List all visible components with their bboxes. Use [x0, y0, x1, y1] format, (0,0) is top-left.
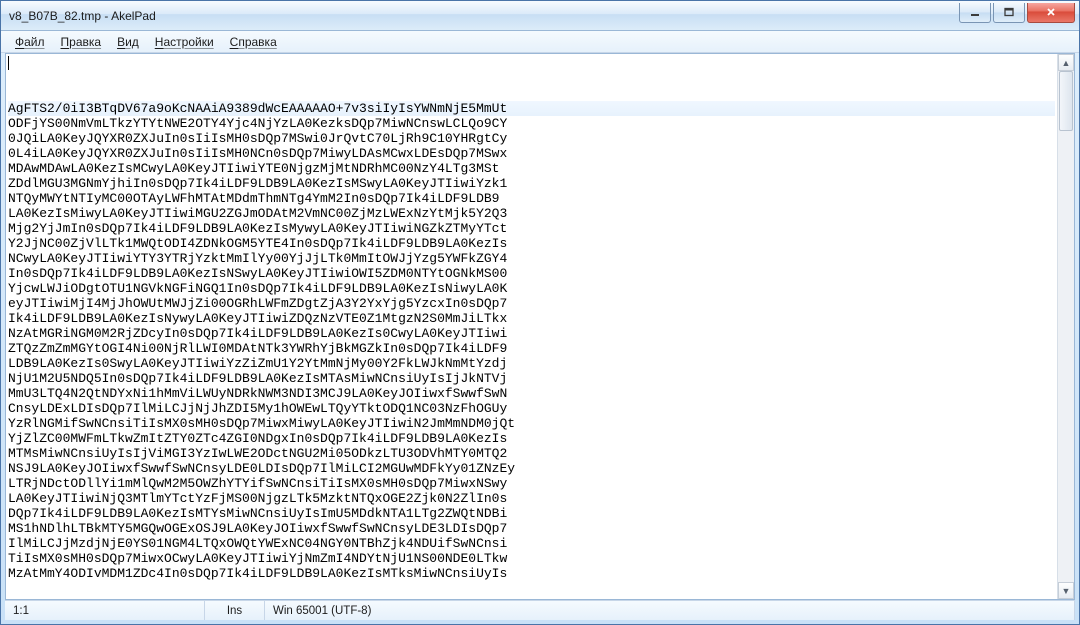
editor-line[interactable]: AgFTS2/0iI3BTqDV67a9oKcNAAiA9389dWcEAAAA…: [8, 101, 1055, 116]
menu-view[interactable]: Вид: [109, 33, 147, 51]
minimize-icon: [969, 7, 981, 17]
editor-line[interactable]: 0JQiLA0KeyJQYXR0ZXJuIn0sIiIsMH0sDQp7MSwi…: [8, 131, 1055, 146]
editor-line[interactable]: NzAtMGRiNGM0M2RjZDcyIn0sDQp7Ik4iLDF9LDB9…: [8, 326, 1055, 341]
editor-line[interactable]: MmU3LTQ4N2QtNDYxNi1hMmViLWUyNDRkNWM3NDI3…: [8, 386, 1055, 401]
editor-line[interactable]: eyJTIiwiMjI4MjJhOWUtMWJjZi00OGRhLWFmZDgt…: [8, 296, 1055, 311]
editor-line[interactable]: LA0KeyJTIiwiNjQ3MTlmYTctYzFjMS00NjgzLTk5…: [8, 491, 1055, 506]
menu-settings[interactable]: Настройки: [147, 33, 222, 51]
scroll-up-button[interactable]: ▲: [1058, 54, 1074, 71]
editor-line[interactable]: NTQyMWYtNTIyMC00OTAyLWFhMTAtMDdmThmNTg4Y…: [8, 191, 1055, 206]
titlebar[interactable]: v8_B07B_82.tmp - AkelPad: [1, 1, 1079, 31]
editor-line[interactable]: DQp7Ik4iLDF9LDB9LA0KezIsMTYsMiwNCnsiUyIs…: [8, 506, 1055, 521]
menu-help[interactable]: Справка: [222, 33, 285, 51]
text-editor[interactable]: AgFTS2/0iI3BTqDV67a9oKcNAAiA9389dWcEAAAA…: [6, 54, 1057, 599]
editor-line[interactable]: Mjg2YjJmIn0sDQp7Ik4iLDF9LDB9LA0KezIsMywy…: [8, 221, 1055, 236]
menubar: Файл Правка Вид Настройки Справка: [1, 31, 1079, 53]
editor-line[interactable]: ODFjYS00NmVmLTkzYTYtNWE2OTY4Yjc4NjYzLA0K…: [8, 116, 1055, 131]
editor-line[interactable]: In0sDQp7Ik4iLDF9LDB9LA0KezIsNSwyLA0KeyJT…: [8, 266, 1055, 281]
chevron-down-icon: ▼: [1062, 586, 1071, 596]
editor-line[interactable]: ZDdlMGU3MGNmYjhiIn0sDQp7Ik4iLDF9LDB9LA0K…: [8, 176, 1055, 191]
editor-line[interactable]: Y2JjNC00ZjVlLTk1MWQtODI4ZDNkOGM5YTE4In0s…: [8, 236, 1055, 251]
editor-line[interactable]: MTMsMiwNCnsiUyIsIjViMGI3YzIwLWE2ODctNGU2…: [8, 446, 1055, 461]
editor-line[interactable]: TiIsMX0sMH0sDQp7MiwxOCwyLA0KeyJTIiwiYjNm…: [8, 551, 1055, 566]
editor-line[interactable]: Ik4iLDF9LDB9LA0KezIsNywyLA0KeyJTIiwiZDQz…: [8, 311, 1055, 326]
editor-line[interactable]: MDAwMDAwLA0KezIsMCwyLA0KeyJTIiwiYTE0Njgz…: [8, 161, 1055, 176]
editor-line[interactable]: MS1hNDlhLTBkMTY5MGQwOGExOSJ9LA0KeyJOIiwx…: [8, 521, 1055, 536]
vertical-scrollbar[interactable]: ▲ ▼: [1057, 54, 1074, 599]
editor-line[interactable]: CnsyLDExLDIsDQp7IlMiLCJjNjJhZDI5My1hOWEw…: [8, 401, 1055, 416]
editor-line[interactable]: NCwyLA0KeyJTIiwiYTY3YTRjYzktMmIlYy00YjJj…: [8, 251, 1055, 266]
menu-file[interactable]: Файл: [7, 33, 53, 51]
client-area: AgFTS2/0iI3BTqDV67a9oKcNAAiA9389dWcEAAAA…: [5, 53, 1075, 600]
maximize-button[interactable]: [993, 3, 1025, 23]
editor-line[interactable]: YjZlZC00MWFmLTkwZmItZTY0ZTc4ZGI0NDgxIn0s…: [8, 431, 1055, 446]
editor-line[interactable]: NSJ9LA0KeyJOIiwxfSwwfSwNCnsyLDE0LDIsDQp7…: [8, 461, 1055, 476]
editor-line[interactable]: LTRjNDctODllYi1mMlQwM2M5OWZhYTYifSwNCnsi…: [8, 476, 1055, 491]
scroll-track[interactable]: [1058, 71, 1074, 582]
close-button[interactable]: [1027, 3, 1075, 23]
editor-line[interactable]: YjcwLWJiODgtOTU1NGVkNGFiNGQ1In0sDQp7Ik4i…: [8, 281, 1055, 296]
app-window: v8_B07B_82.tmp - AkelPad Файл Правка Вид…: [0, 0, 1080, 625]
editor-line[interactable]: LDB9LA0KezIs0SwyLA0KeyJTIiwiYzZiZmU1Y2Yt…: [8, 356, 1055, 371]
editor-line[interactable]: YzRlNGMifSwNCnsiTiIsMX0sMH0sDQp7MiwxMiwy…: [8, 416, 1055, 431]
editor-line[interactable]: NjU1M2U5NDQ5In0sDQp7Ik4iLDF9LDB9LA0KezIs…: [8, 371, 1055, 386]
window-controls: [959, 3, 1075, 23]
menu-edit[interactable]: Правка: [53, 33, 110, 51]
window-title: v8_B07B_82.tmp - AkelPad: [9, 9, 156, 23]
minimize-button[interactable]: [959, 3, 991, 23]
statusbar: 1:1 Ins Win 65001 (UTF-8): [5, 600, 1075, 620]
maximize-icon: [1003, 7, 1015, 17]
editor-line[interactable]: MzAtMmY4ODIvMDM1ZDc4In0sDQp7Ik4iLDF9LDB9…: [8, 566, 1055, 581]
scroll-thumb[interactable]: [1059, 71, 1073, 131]
status-insert-mode[interactable]: Ins: [205, 601, 265, 620]
editor-line[interactable]: 0L4iLA0KeyJQYXR0ZXJuIn0sIiIsMH0NCn0sDQp7…: [8, 146, 1055, 161]
editor-line[interactable]: IlMiLCJjMzdjNjE0YS01NGM4LTQxOWQtYWExNC04…: [8, 536, 1055, 551]
scroll-down-button[interactable]: ▼: [1058, 582, 1074, 599]
close-icon: [1045, 7, 1057, 17]
status-encoding[interactable]: Win 65001 (UTF-8): [265, 601, 1075, 620]
editor-line[interactable]: ZTQzZmZmMGYtOGI4Ni00NjRlLWI0MDAtNTk3YWRh…: [8, 341, 1055, 356]
status-position: 1:1: [5, 601, 205, 620]
chevron-up-icon: ▲: [1062, 58, 1071, 68]
text-caret: [8, 56, 9, 70]
editor-line[interactable]: LA0KezIsMiwyLA0KeyJTIiwiMGU2ZGJmODAtM2Vm…: [8, 206, 1055, 221]
